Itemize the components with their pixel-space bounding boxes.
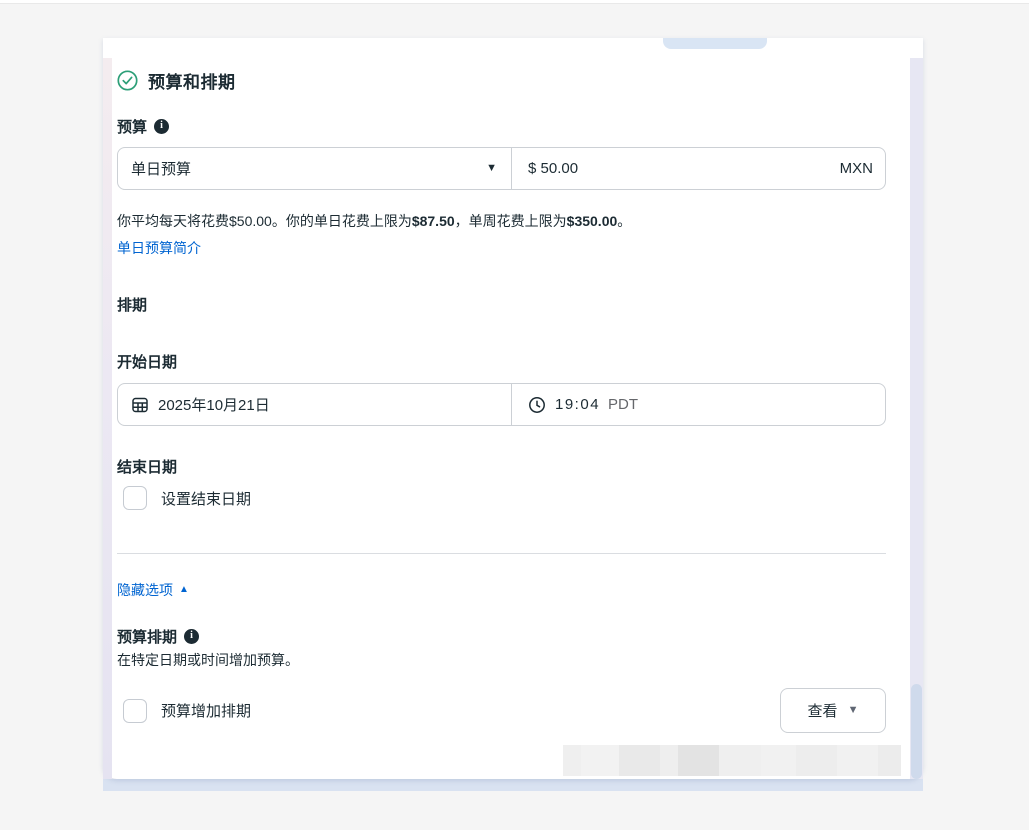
budget-increase-checkbox-row: 预算增加排期 [117, 696, 251, 726]
redacted-block [678, 745, 719, 776]
link-label: 单日预算简介 [117, 239, 201, 257]
budget-increase-checkbox[interactable] [123, 699, 147, 723]
redacted-block [878, 745, 901, 776]
start-date-label: 开始日期 [117, 351, 177, 372]
view-button-label: 查看 [808, 700, 838, 721]
end-date-checkbox-row: 设置结束日期 [117, 483, 886, 513]
budget-description: 你平均每天将花费$50.00。你的单日花费上限为$87.50，单周花费上限为$3… [117, 212, 886, 230]
info-icon[interactable]: i [184, 629, 199, 644]
caret-down-icon: ▼ [486, 163, 497, 174]
section-header: 预算和排期 [117, 68, 886, 92]
left-gradient-accent [103, 58, 112, 779]
calendar-icon [131, 396, 149, 414]
budget-increase-row: 预算增加排期 查看 ▼ [117, 688, 886, 733]
budget-schedule-label-row: 预算排期 i [117, 627, 886, 645]
schedule-label: 排期 [117, 294, 147, 315]
clock-icon [528, 396, 546, 414]
caret-down-icon: ▼ [848, 705, 859, 716]
redacted-block [761, 745, 796, 776]
budget-schedule-label: 预算排期 [117, 626, 177, 647]
end-date-checkbox[interactable] [123, 486, 147, 510]
budget-schedule-description: 在特定日期或时间增加预算。 [117, 651, 886, 669]
budget-input-group: 单日预算 ▼ $ 50.00 MXN [117, 147, 886, 190]
end-date-label-row: 结束日期 [117, 457, 886, 475]
budget-label-row: 预算 i [117, 117, 886, 135]
budget-schedule-card: 预算和排期 预算 i 单日预算 ▼ $ 50.00 MXN 你平均每天将花费$5… [103, 38, 923, 779]
start-date-field[interactable]: 2025年10月21日 [118, 384, 512, 425]
budget-label: 预算 [117, 116, 147, 137]
redacted-content [563, 745, 901, 776]
budget-type-value: 单日预算 [131, 158, 191, 179]
redacted-block [619, 745, 660, 776]
desc-text: 。 [617, 213, 631, 229]
horizontal-scrollbar[interactable] [103, 779, 923, 791]
weekly-cap-value: $350.00 [567, 213, 618, 229]
schedule-label-row: 排期 [117, 295, 886, 313]
vertical-scrollbar[interactable] [910, 58, 923, 779]
redacted-block [581, 745, 619, 776]
info-icon[interactable]: i [154, 119, 169, 134]
redacted-block [660, 745, 678, 776]
hide-options-link[interactable]: 隐藏选项 ▲ [117, 581, 189, 599]
section-divider [117, 553, 886, 554]
link-label: 隐藏选项 [117, 581, 173, 599]
caret-up-icon: ▲ [179, 585, 189, 595]
timezone-label: PDT [608, 396, 638, 413]
vertical-scrollbar-thumb[interactable] [911, 684, 922, 779]
view-button[interactable]: 查看 ▼ [780, 688, 886, 733]
check-circle-icon [117, 70, 138, 91]
redacted-block [796, 745, 837, 776]
budget-type-dropdown[interactable]: 单日预算 ▼ [118, 148, 512, 189]
start-date-label-row: 开始日期 [117, 352, 886, 370]
start-date-value: 2025年10月21日 [158, 394, 270, 415]
start-datetime-group: 2025年10月21日 19:04 PDT [117, 383, 886, 426]
redacted-block [719, 745, 761, 776]
budget-amount-value: $ 50.00 [528, 160, 578, 177]
currency-code: MXN [840, 160, 873, 177]
top-bar [0, 0, 1029, 4]
daily-cap-value: $87.50 [412, 213, 455, 229]
desc-text: ，单周花费上限为 [455, 213, 567, 229]
end-date-checkbox-label: 设置结束日期 [161, 488, 251, 509]
start-time-field[interactable]: 19:04 PDT [512, 384, 885, 425]
start-time-value: 19:04 [555, 396, 600, 413]
redacted-block [837, 745, 878, 776]
daily-budget-intro-link[interactable]: 单日预算简介 [117, 239, 201, 257]
redacted-block [563, 745, 581, 776]
budget-increase-checkbox-label: 预算增加排期 [161, 700, 251, 721]
budget-amount-field[interactable]: $ 50.00 MXN [512, 148, 885, 189]
section-title: 预算和排期 [148, 68, 236, 93]
desc-text: 你平均每天将花费$50.00。你的单日花费上限为 [117, 213, 412, 229]
end-date-label: 结束日期 [117, 456, 177, 477]
card-content: 预算和排期 预算 i 单日预算 ▼ $ 50.00 MXN 你平均每天将花费$5… [117, 38, 886, 776]
